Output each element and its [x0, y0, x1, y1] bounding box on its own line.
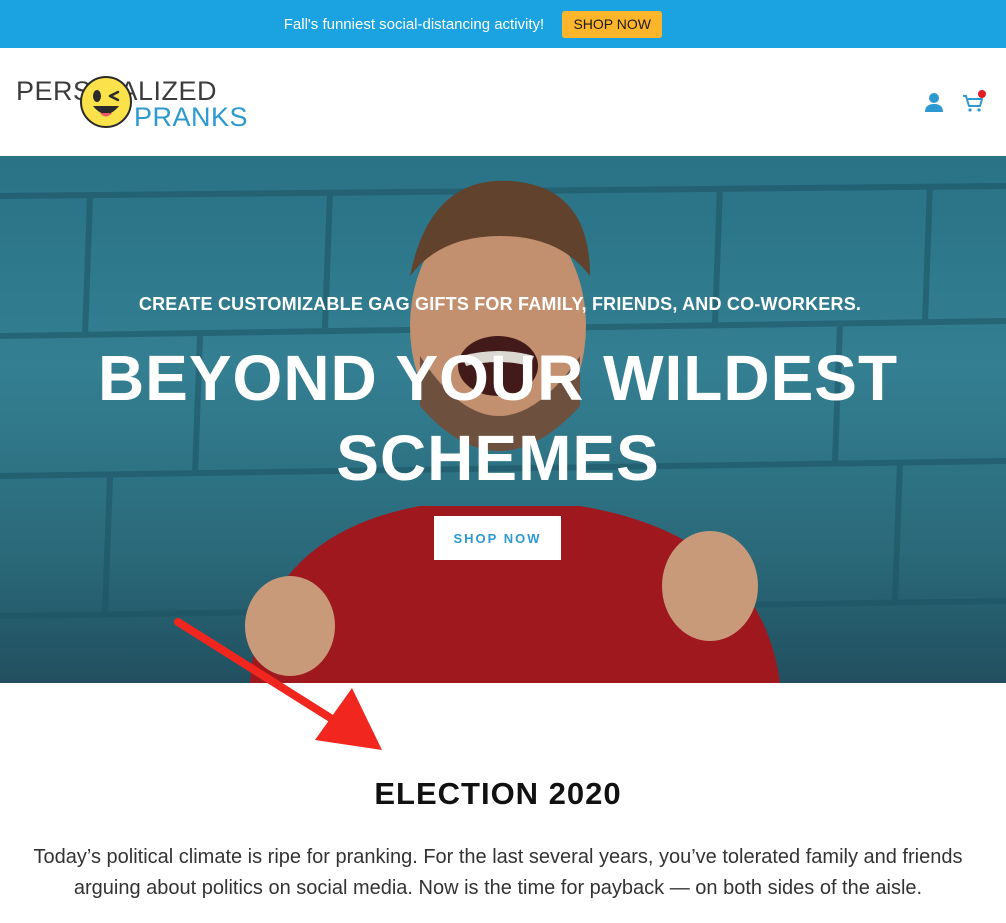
hero-shop-now-button[interactable]: SHOP NOW: [434, 516, 561, 560]
hero-banner: CREATE CUSTOMIZABLE GAG GIFTS FOR FAMILY…: [0, 156, 1006, 683]
hero-title-line1: BEYOND YOUR WILDEST: [97, 342, 899, 414]
site-header: PERS NALIZED PRANKS: [0, 48, 1006, 156]
hero-subtitle: CREATE CUSTOMIZABLE GAG GIFTS FOR FAMILY…: [138, 294, 862, 314]
logo-text-pranks: PRANKS: [134, 102, 249, 132]
cart-badge: [978, 90, 986, 98]
announcement-bar: Fall's funniest social-distancing activi…: [0, 0, 1006, 48]
red-arrow-annotation: [174, 618, 382, 750]
site-logo[interactable]: PERS NALIZED PRANKS: [16, 72, 256, 134]
winking-face-icon: [80, 76, 132, 128]
section-title: ELECTION 2020: [374, 776, 622, 811]
section-body: Today’s political climate is ripe for pr…: [0, 842, 996, 904]
announcement-text: Fall's funniest social-distancing activi…: [283, 15, 545, 33]
hero-title-line2: SCHEMES: [336, 422, 660, 494]
cart-icon[interactable]: [962, 90, 986, 114]
hero-title: BEYOND YOUR WILDEST SCHEMES: [0, 338, 996, 498]
announcement-shop-now-button[interactable]: SHOP NOW: [562, 10, 663, 38]
section-body-line2: arguing about politics on social media. …: [73, 877, 923, 899]
section-body-line1: Today’s political climate is ripe for pr…: [33, 846, 963, 868]
account-icon[interactable]: [922, 90, 946, 114]
